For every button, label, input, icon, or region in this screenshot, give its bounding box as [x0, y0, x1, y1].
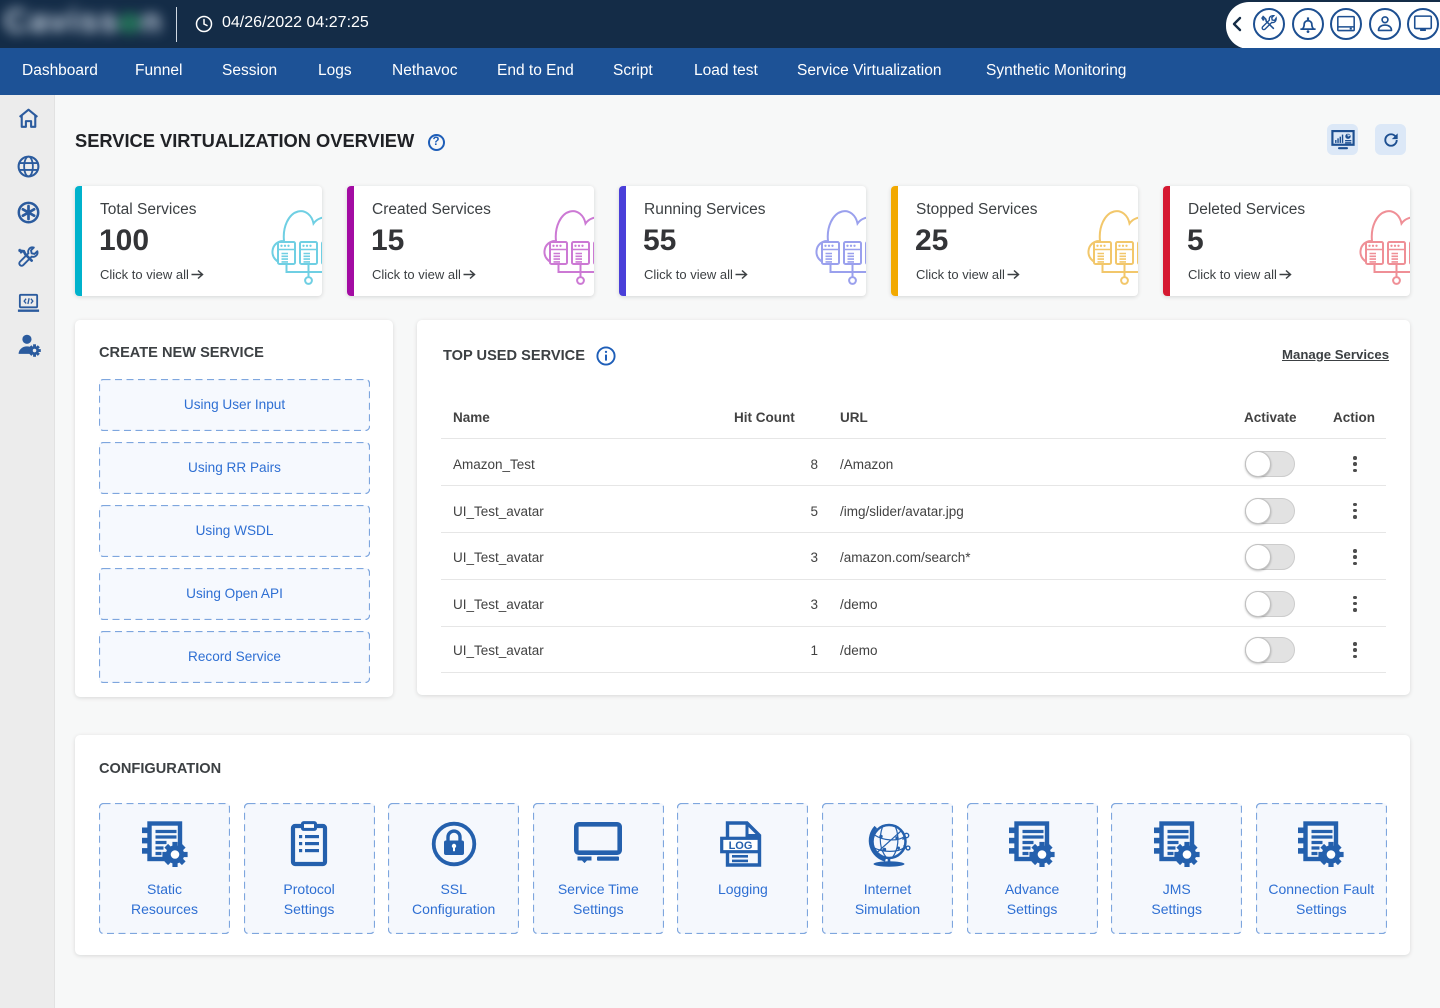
svg-text:LOG: LOG [728, 840, 752, 852]
